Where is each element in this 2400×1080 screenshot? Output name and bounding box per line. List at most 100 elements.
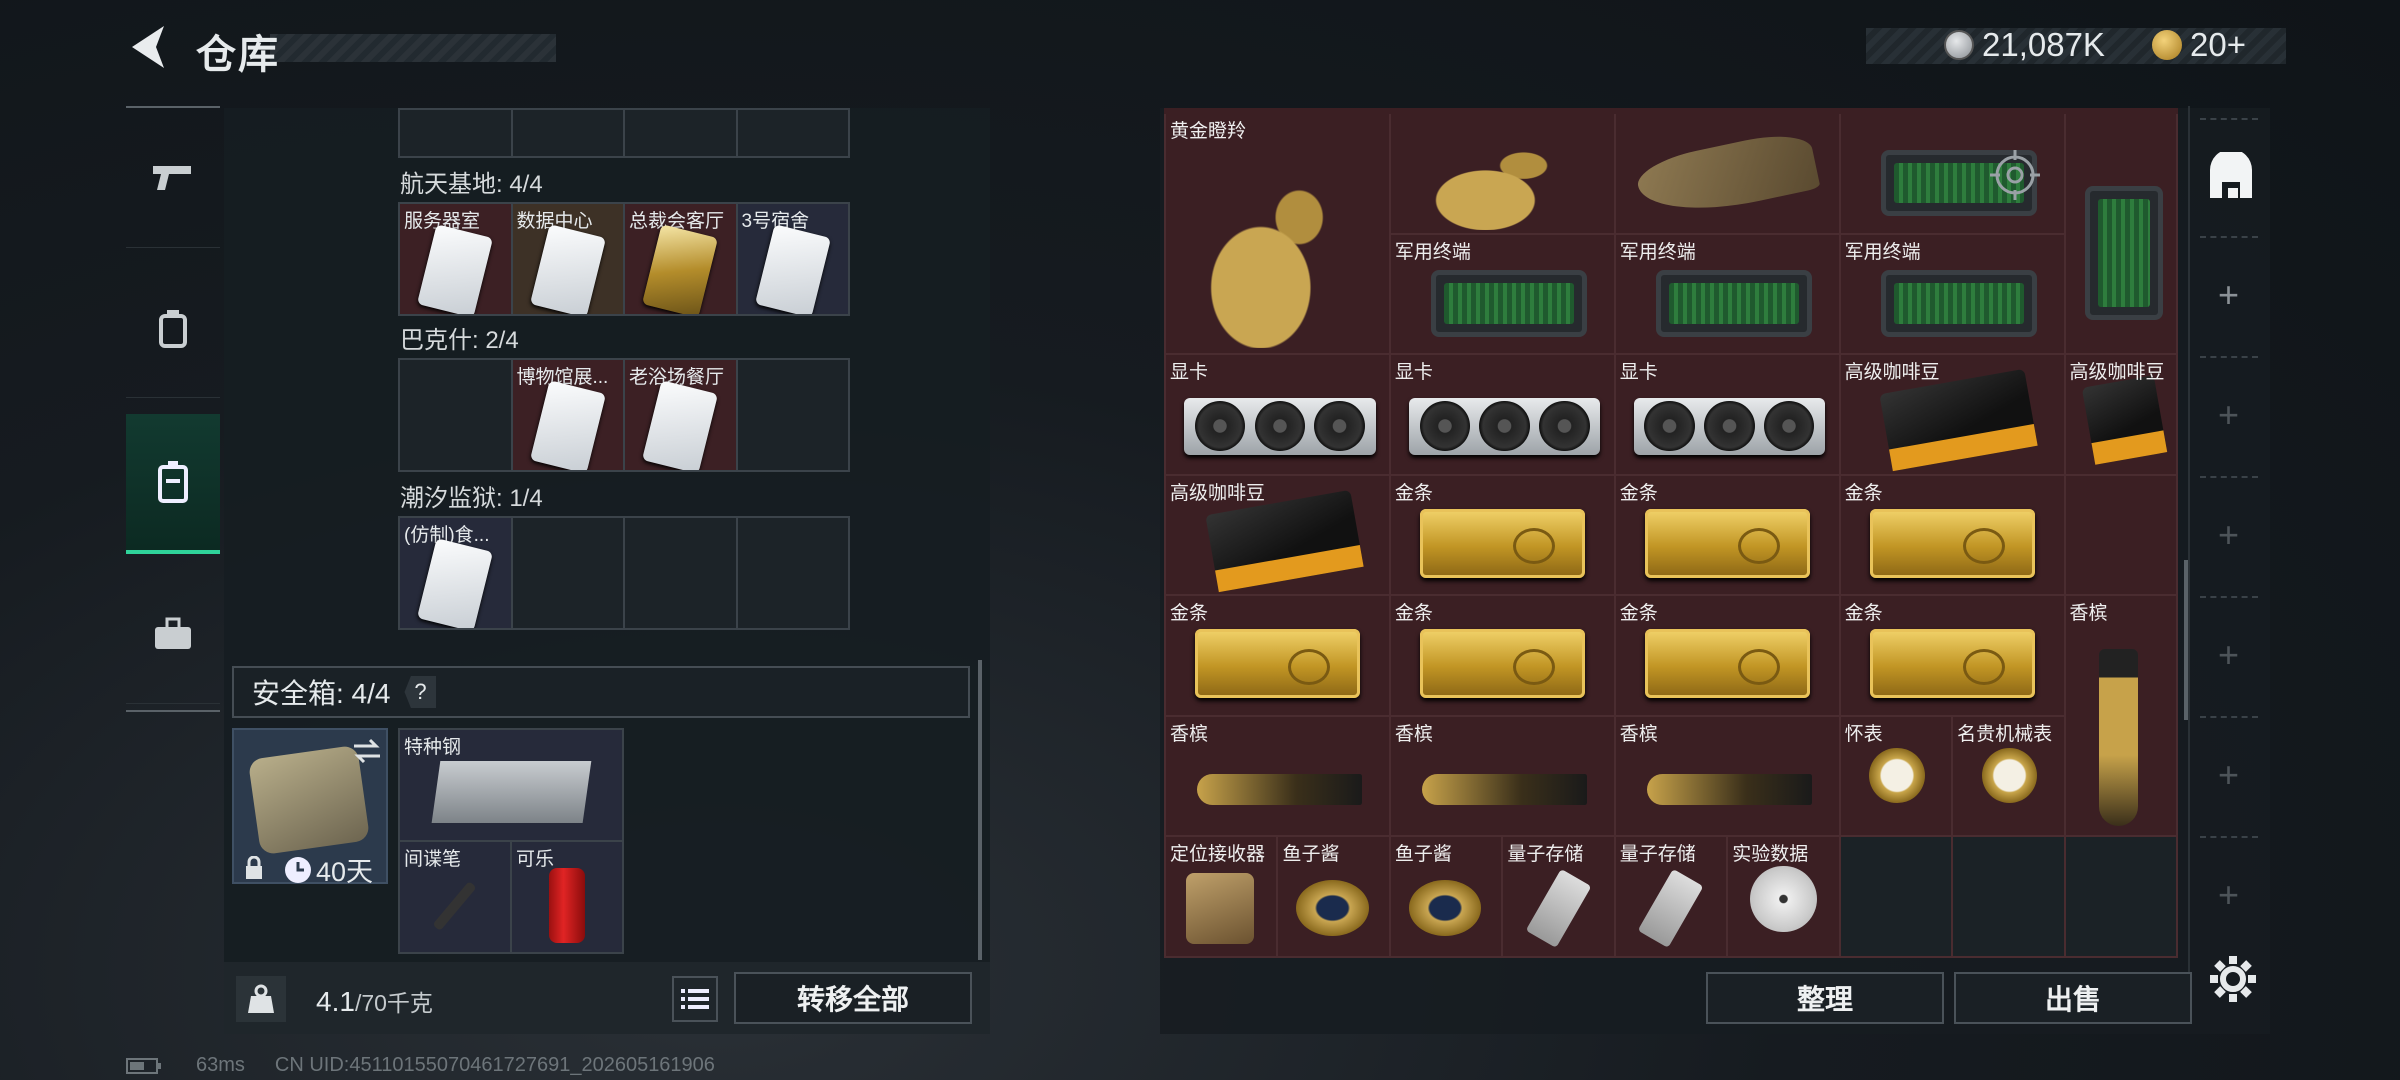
warehouse-item[interactable]: 香槟 [1166,716,1389,836]
warehouse-item[interactable]: 军用终端 [1615,234,1839,354]
warehouse-item[interactable]: 实验数据 [1728,837,1839,956]
warehouse-item[interactable]: 香槟 [2065,596,2176,836]
keycard-icon [416,224,494,314]
tab-warehouse[interactable] [126,414,220,554]
item-label: 金条 [1619,603,1658,625]
warehouse-item[interactable]: 军用终端 [1840,234,2064,354]
collection-slot-empty[interactable] [400,360,511,470]
collection-slot[interactable]: 数据中心 [512,204,623,314]
safe-item[interactable]: 特种钢 [400,730,622,840]
warehouse-item[interactable]: 金条 [1615,475,1839,595]
gold-currency[interactable]: 20+ [2152,26,2246,64]
collection-slot-empty[interactable] [512,518,623,628]
warehouse-page-icon[interactable] [2206,152,2256,202]
fan-icon [1764,401,1815,452]
warehouse-slot-empty[interactable] [2065,837,2176,956]
collection-slot-empty[interactable] [737,518,848,628]
tab-toolbox[interactable] [126,564,220,704]
warehouse-item[interactable]: 高级咖啡豆 [2065,355,2176,474]
warehouse-item[interactable]: 香槟 [1615,716,1839,836]
warehouse-item[interactable]: 金条 [1840,475,2064,595]
tab-equipment[interactable] [126,258,220,398]
warehouse-item[interactable]: 黄金瞪羚 [1166,114,1389,354]
warehouse-item[interactable]: 金条 [1615,596,1839,715]
champagne-icon [1197,773,1363,805]
collection-slot[interactable] [512,110,623,156]
add-page-button[interactable]: + [2218,634,2239,676]
item-label: 军用终端 [1619,241,1696,263]
left-scrollbar[interactable] [978,660,982,960]
collection-slot-empty[interactable] [625,518,736,628]
weight-display: 4.1/70千克 [316,984,433,1018]
warehouse-item[interactable] [2065,114,2176,354]
organize-button[interactable]: 整理 [1706,972,1944,1024]
keycard-icon [416,538,494,628]
item-label: 鱼子酱 [1282,844,1340,866]
warehouse-item[interactable]: 金条 [1390,475,1614,595]
item-label: 特种钢 [404,737,462,758]
collection-slot[interactable] [737,110,848,156]
collection-slot[interactable]: 3号宿舍 [737,204,848,314]
military-terminal-icon [1655,270,1812,337]
silver-amount: 21,087K [1982,26,2105,63]
item-label: 量子存储 [1619,844,1696,866]
military-terminal-icon [2085,185,2163,320]
back-arrow-icon[interactable] [126,22,170,72]
category-tabs [126,106,220,712]
warehouse-item[interactable]: 香槟 [1390,716,1614,836]
collection-slot[interactable] [400,110,511,156]
gold-bar-icon [1419,508,1585,578]
target-icon[interactable] [1988,148,2042,202]
add-page-button[interactable]: + [2218,754,2239,796]
collection-slot-empty[interactable] [737,360,848,470]
transfer-all-button[interactable]: 转移全部 [734,972,972,1024]
add-page-button[interactable]: + [2218,274,2239,316]
list-view-button[interactable] [672,976,718,1022]
warehouse-item[interactable]: 怀表 [1840,716,1952,836]
warehouse-item[interactable]: 鱼子酱 [1390,837,1502,956]
collection-slot[interactable]: (仿制)食... [400,518,511,628]
silver-currency[interactable]: 21,087K [1944,26,2105,64]
watch-icon [1981,747,2038,803]
collection-label: 潮汐监狱: 1/4 [400,485,543,512]
weight-max: /70千克 [354,990,433,1016]
warehouse-item[interactable]: 金条 [1390,596,1614,715]
sell-button[interactable]: 出售 [1954,972,2192,1024]
settings-gear-icon[interactable] [2206,952,2260,1006]
warehouse-item[interactable]: 军用终端 [1390,234,1614,354]
warehouse-item[interactable] [1390,114,1614,233]
warehouse-item[interactable]: 金条 [1166,596,1389,715]
safe-box-slot[interactable]: 40天 [232,728,388,887]
collection-grid: 博物馆展... 老浴场餐厅 [398,358,850,472]
collection-slot[interactable]: 老浴场餐厅 [625,360,736,470]
warehouse-slot-empty[interactable] [1840,837,1952,956]
collection-slot[interactable]: 总裁会客厅 [625,204,736,314]
warehouse-item[interactable]: 名贵机械表 [1953,716,2064,836]
help-icon[interactable]: ? [404,676,437,708]
warehouse-item[interactable]: 高级咖啡豆 [1166,475,1389,595]
tab-weapons[interactable] [126,108,220,248]
warehouse-item[interactable]: 量子存储 [1503,837,1614,956]
add-page-button[interactable]: + [2218,394,2239,436]
add-page-button[interactable]: + [2218,874,2239,916]
collection-slot[interactable]: 博物馆展... [512,360,623,470]
add-page-button[interactable]: + [2218,514,2239,556]
warehouse-slot-empty[interactable] [1953,837,2064,956]
warehouse-item[interactable]: 定位接收器 [1166,837,1277,956]
warehouse-item[interactable]: 显卡 [1390,355,1614,474]
warehouse-item[interactable] [2065,475,2176,595]
collection-slot[interactable] [625,110,736,156]
swap-icon[interactable] [352,738,382,764]
safe-item[interactable]: 可乐 [512,842,622,952]
warehouse-item[interactable]: 量子存储 [1615,837,1727,956]
warehouse-item[interactable]: 鱼子酱 [1278,837,1389,956]
warehouse-item[interactable]: 金条 [1840,596,2064,715]
warehouse-item[interactable]: 高级咖啡豆 [1840,355,2064,474]
keycard-icon [641,380,719,470]
warehouse-item[interactable]: 显卡 [1166,355,1389,474]
collection-slot[interactable]: 服务器室 [400,204,511,314]
safe-item[interactable]: 间谍笔 [400,842,510,952]
item-label: 间谍笔 [404,849,462,870]
warehouse-item[interactable] [1615,114,1839,233]
warehouse-item[interactable]: 显卡 [1615,355,1839,474]
